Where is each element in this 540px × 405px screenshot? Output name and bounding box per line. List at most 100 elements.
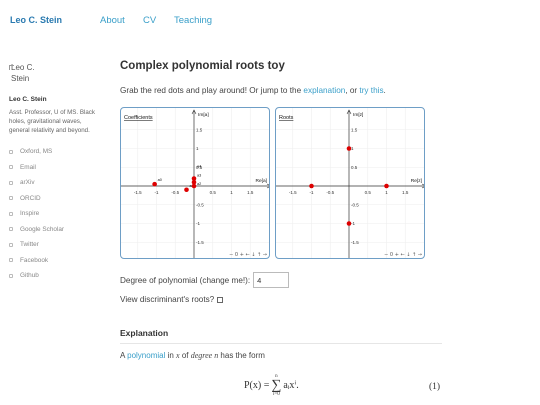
y-axis-label: Im[a] bbox=[198, 112, 209, 118]
github-icon bbox=[9, 273, 13, 278]
sidebar-name: Leo C. Stein bbox=[9, 96, 47, 103]
degree-input[interactable] bbox=[253, 272, 290, 288]
draggable-point[interactable] bbox=[152, 181, 157, 187]
degree-n: degree n bbox=[190, 351, 219, 360]
draggable-point[interactable] bbox=[384, 183, 389, 189]
point-label: a2 bbox=[197, 182, 201, 186]
intro-text-part: , or bbox=[345, 86, 360, 95]
explanation-divider bbox=[120, 343, 442, 344]
discriminant-control: View discriminant's roots? bbox=[120, 295, 224, 304]
coefficients-plot-panel[interactable]: -2-1.5-1-0.50.511.51.510.5-0.5-1-1.5Coef… bbox=[120, 107, 270, 259]
plot-navigation-controls: − 0 + ← ↓ ↑ → bbox=[384, 252, 422, 258]
explanation-text-part: of bbox=[179, 351, 191, 360]
y-tick-label: -1.5 bbox=[196, 240, 204, 245]
x-tick-label: -1 bbox=[309, 190, 313, 195]
sidebar-link-label: Twitter bbox=[20, 241, 39, 249]
broken-image-icon bbox=[9, 65, 14, 70]
orcid-icon bbox=[9, 196, 13, 201]
y-tick-label: -1 bbox=[351, 221, 355, 226]
sidebar-link-orcid[interactable]: ORCID bbox=[9, 191, 101, 207]
plot-title: Roots bbox=[279, 115, 294, 121]
coefficients-plot[interactable]: -2-1.5-1-0.50.511.51.510.5-0.5-1-1.5Coef… bbox=[121, 108, 270, 259]
intro-text: Grab the red dots and play around! Or ju… bbox=[120, 86, 430, 95]
sidebar-link-label: Oxford, MS bbox=[20, 148, 53, 156]
sum-lower-limit: i=0 bbox=[273, 392, 280, 397]
x-axis-label: Re[z] bbox=[411, 178, 422, 184]
sidebar: Leo C. Stein Leo C. Stein Asst. Professo… bbox=[9, 62, 101, 284]
site-brand-link[interactable]: Leo C. Stein bbox=[10, 15, 62, 25]
sidebar-link-label: Facebook bbox=[20, 256, 49, 264]
sidebar-link-label: Google Scholar bbox=[20, 225, 65, 233]
sum-symbol: ∑ bbox=[271, 378, 282, 393]
y-tick-label: 0.5 bbox=[351, 165, 358, 170]
sidebar-link-arxiv[interactable]: arXiv bbox=[9, 175, 101, 191]
draggable-point[interactable] bbox=[184, 187, 189, 193]
sidebar-links: Oxford, MS Email arXiv ORCID Inspire Goo… bbox=[9, 144, 101, 284]
equation-lhs: P(x) = bbox=[244, 380, 270, 391]
x-tick-label: 1 bbox=[230, 190, 233, 195]
explanation-text-part: has the form bbox=[218, 351, 265, 360]
sidebar-link-label: Github bbox=[20, 272, 39, 280]
envelope-icon bbox=[9, 165, 13, 170]
polynomial-link[interactable]: polynomial bbox=[127, 351, 165, 360]
avatar-image: Leo C. Stein bbox=[9, 62, 49, 88]
roots-plot-panel[interactable]: -2-1.5-1-0.50.511.51.510.5-0.5-1-1.5Root… bbox=[275, 107, 425, 259]
sidebar-link-google-scholar[interactable]: Google Scholar bbox=[9, 222, 101, 238]
x-tick-label: 1 bbox=[385, 190, 388, 195]
try-this-link[interactable]: try this bbox=[359, 86, 383, 95]
draggable-point[interactable] bbox=[191, 176, 197, 181]
sidebar-link-email[interactable]: Email bbox=[9, 160, 101, 176]
x-tick-label: -1.5 bbox=[289, 190, 297, 195]
x-axis-label: Re[a] bbox=[256, 178, 267, 184]
main-content: Complex polynomial roots toy Grab the re… bbox=[120, 60, 430, 95]
page-title: Complex polynomial roots toy bbox=[120, 60, 285, 72]
sidebar-link-github[interactable]: Github bbox=[9, 268, 101, 284]
y-tick-label: -0.5 bbox=[351, 202, 359, 207]
x-tick-label: 1.5 bbox=[402, 190, 409, 195]
x-tick-label: 0.5 bbox=[210, 190, 217, 195]
draggable-point[interactable] bbox=[346, 146, 352, 151]
sidebar-link-location[interactable]: Oxford, MS bbox=[9, 144, 101, 160]
plot-navigation-controls: − 0 + ← ↓ ↑ → bbox=[229, 252, 267, 258]
map-marker-icon bbox=[9, 149, 13, 154]
discriminant-checkbox[interactable] bbox=[217, 296, 224, 303]
equation-number: (1) bbox=[429, 382, 441, 392]
degree-control: Degree of polynomial (change me!): bbox=[120, 272, 290, 288]
nav-link-teaching[interactable]: Teaching bbox=[174, 15, 212, 26]
explanation-heading: Explanation bbox=[120, 328, 169, 338]
x-tick-label: -0.5 bbox=[171, 190, 179, 195]
y-tick-label: 1.5 bbox=[351, 127, 358, 132]
draggable-point[interactable] bbox=[309, 183, 314, 189]
twitter-icon bbox=[9, 242, 13, 247]
explanation-text-part: in bbox=[165, 351, 177, 360]
explanation-link[interactable]: explanation bbox=[303, 86, 345, 95]
sidebar-link-facebook[interactable]: Facebook bbox=[9, 253, 101, 269]
y-tick-label: 1.5 bbox=[196, 127, 203, 132]
plot-title: Coefficients bbox=[124, 115, 153, 121]
summation: n ∑ i=0 bbox=[271, 374, 281, 397]
y-tick-label: -1 bbox=[196, 221, 200, 226]
polynomial-equation: P(x) = n ∑ i=0 aᵢxⁱ. bbox=[244, 374, 299, 397]
sidebar-link-label: ORCID bbox=[20, 194, 41, 202]
sidebar-link-label: Inspire bbox=[20, 210, 40, 218]
y-axis-label: Im[z] bbox=[353, 112, 363, 118]
intro-text-part: . bbox=[383, 86, 386, 95]
nav-link-about[interactable]: About bbox=[100, 15, 125, 26]
sidebar-link-inspire[interactable]: Inspire bbox=[9, 206, 101, 222]
x-tick-label: -1.5 bbox=[134, 190, 142, 195]
nav-link-cv[interactable]: CV bbox=[143, 15, 156, 26]
sidebar-description: Asst. Professor, U of MS. Black holes, g… bbox=[9, 109, 95, 134]
y-tick-label: -1.5 bbox=[351, 240, 359, 245]
top-navbar: Leo C. Stein About CV Teaching bbox=[0, 0, 540, 40]
avatar-alt-text: Leo C. Stein bbox=[11, 63, 35, 83]
x-tick-label: -0.5 bbox=[326, 190, 334, 195]
intro-text-part: Grab the red dots and play around! Or ju… bbox=[120, 86, 304, 95]
facebook-icon bbox=[9, 258, 13, 263]
x-tick-label: 0.5 bbox=[365, 190, 372, 195]
sidebar-link-twitter[interactable]: Twitter bbox=[9, 237, 101, 253]
draggable-point[interactable] bbox=[346, 221, 352, 226]
equation-rhs: aᵢxⁱ. bbox=[283, 380, 299, 391]
sidebar-link-label: Email bbox=[20, 163, 36, 171]
discriminant-label: View discriminant's roots? bbox=[120, 295, 215, 304]
roots-plot[interactable]: -2-1.5-1-0.50.511.51.510.5-0.5-1-1.5Root… bbox=[276, 108, 425, 259]
